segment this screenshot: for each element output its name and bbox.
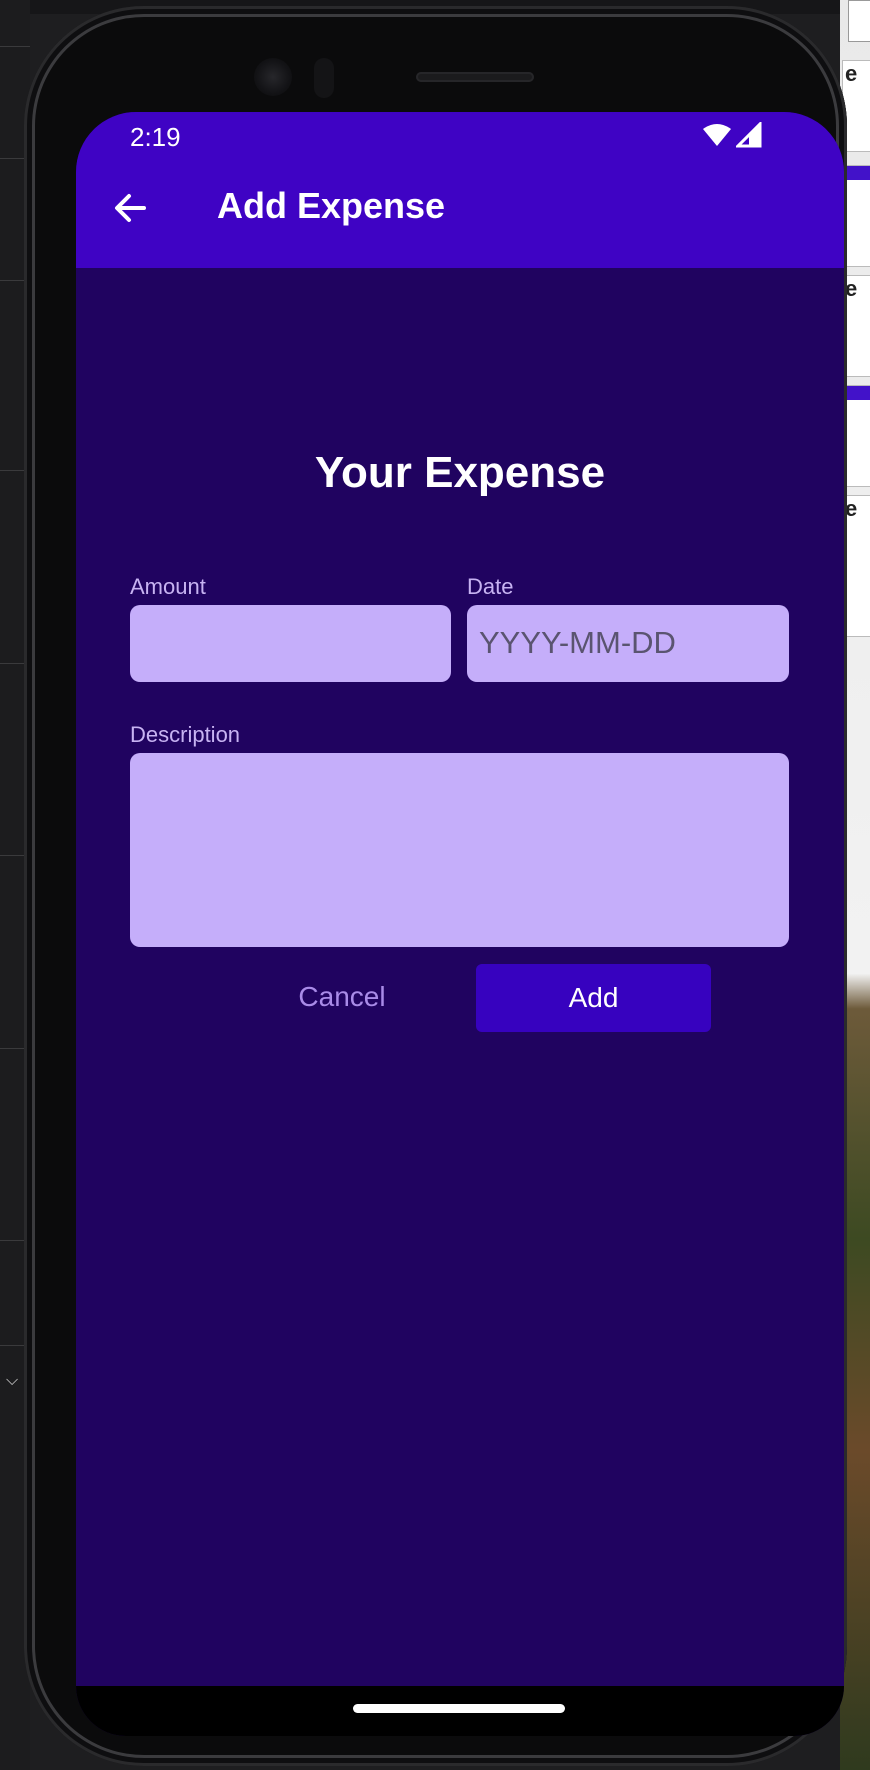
status-bar: 2:19 [76, 112, 844, 162]
add-button[interactable]: Add [476, 964, 711, 1032]
date-label: Date [467, 574, 514, 599]
home-indicator[interactable] [353, 1704, 565, 1713]
page-title: Add Expense [217, 185, 446, 226]
back-button[interactable] [104, 182, 156, 234]
form-heading: Your Expense [314, 448, 606, 497]
status-time: 2:19 [130, 122, 181, 152]
date-input[interactable]: YYYY-MM-DD [467, 605, 789, 682]
date-placeholder: YYYY-MM-DD [479, 625, 676, 660]
wifi-icon [703, 124, 731, 146]
signal-icon [736, 122, 762, 148]
phone-frame: 2:19 Add Expense Your Expense Amount Dat… [24, 6, 847, 1766]
description-label: Description [130, 722, 241, 747]
description-input[interactable] [130, 753, 789, 947]
chevron-down-icon: ⌵ [6, 1372, 19, 1389]
window-thumbnail [848, 0, 870, 42]
proximity-sensor [314, 58, 334, 98]
amount-input[interactable] [130, 605, 451, 682]
app-bar: Add Expense [76, 162, 844, 268]
amount-label: Amount [130, 574, 206, 599]
front-camera [254, 58, 292, 96]
cancel-button[interactable]: Cancel [262, 964, 422, 1030]
arrow-left-icon [115, 194, 146, 222]
app-screen: 2:19 Add Expense Your Expense Amount Dat… [76, 112, 844, 1736]
earpiece-speaker [416, 72, 534, 82]
